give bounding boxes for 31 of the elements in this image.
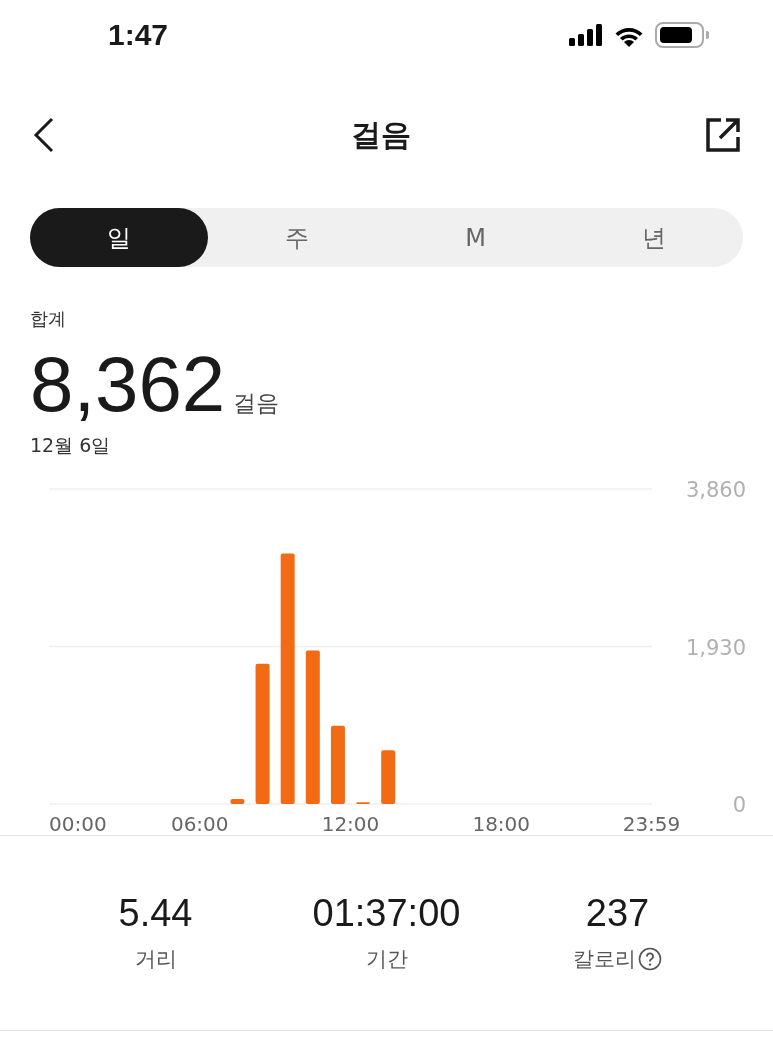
period-tab[interactable]: 년 (564, 208, 743, 267)
date-label: 12월 6일 (30, 433, 111, 458)
step-total: 8,362 (30, 339, 226, 429)
stat-value: 5.44 (118, 892, 193, 935)
axis-label: 1,930 (685, 635, 746, 660)
stat-label: 거리 (134, 946, 177, 973)
axis-label: 00:00 (49, 812, 107, 835)
axis-label: 18:00 (472, 812, 531, 835)
battery-icon (655, 22, 709, 48)
period-tab[interactable]: 주 (208, 208, 387, 267)
bar (381, 750, 396, 804)
stat-value: 01:37:00 (312, 892, 461, 935)
total-label: 합계 (30, 307, 66, 331)
stat-value: 237 (585, 892, 650, 935)
stat-label: 칼로리 (573, 946, 636, 973)
axis-label: 0 (732, 793, 746, 817)
axis-label: 06:00 (170, 812, 229, 835)
page-title: 걸음 (350, 115, 411, 154)
share-icon[interactable] (705, 117, 741, 153)
period-tab[interactable]: 일 (30, 208, 209, 267)
back-icon[interactable] (32, 116, 56, 154)
unit-label: 걸음 (233, 389, 280, 418)
status-time: 1:47 (108, 18, 169, 52)
help-icon[interactable] (638, 947, 662, 971)
period-tab[interactable]: M (386, 208, 565, 267)
axis-label: 12:00 (321, 812, 380, 835)
stat-label: 기간 (365, 946, 408, 973)
bar (230, 799, 245, 804)
signal-icon (569, 24, 603, 46)
axis-label: 3,860 (685, 478, 746, 502)
axis-label: 23:59 (622, 812, 681, 835)
